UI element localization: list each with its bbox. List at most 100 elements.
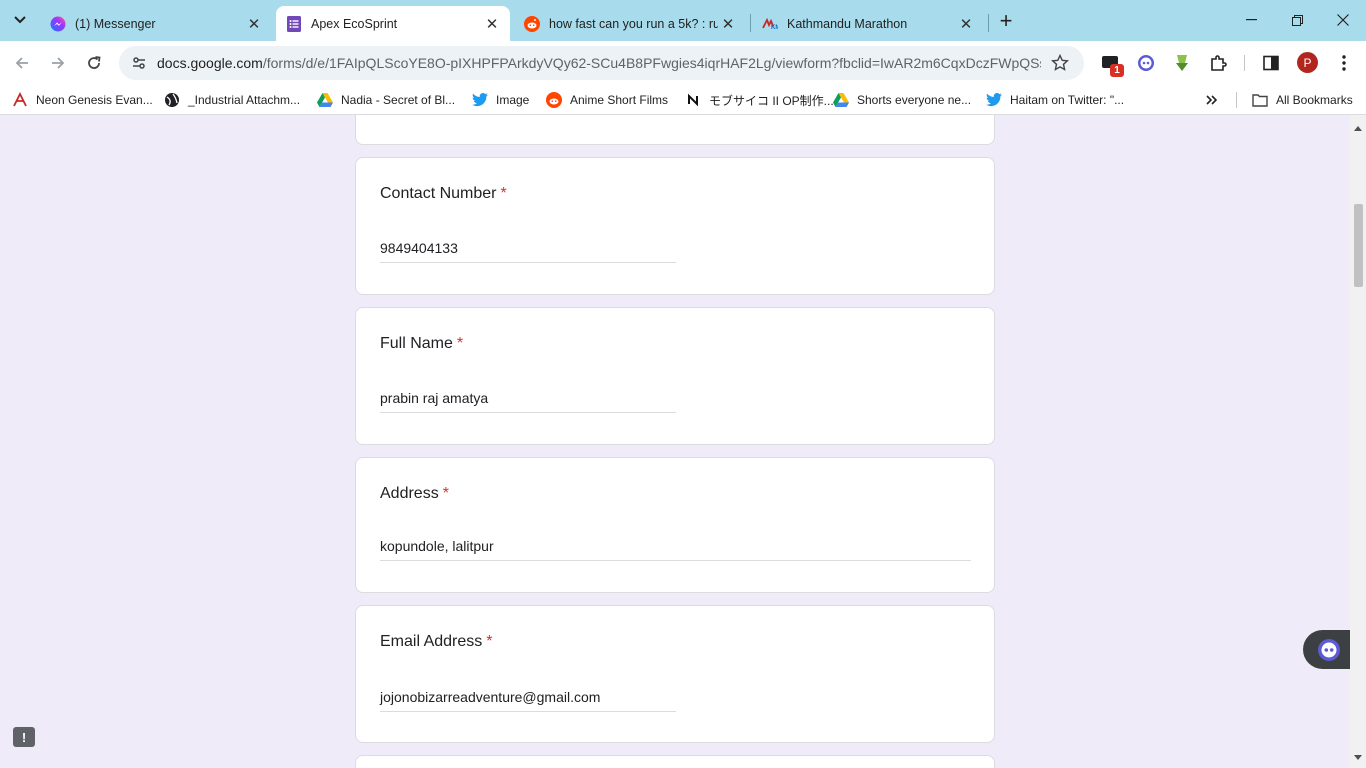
address-input[interactable]: kopundole, lalitpur — [380, 538, 971, 561]
tab-apex-ecosprint[interactable]: Apex EcoSprint ✕ — [276, 6, 510, 41]
bookmark-label: Haitam on Twitter: "... — [1010, 93, 1125, 107]
extensions-menu-button[interactable] — [1206, 51, 1230, 75]
more-bookmarks-button[interactable] — [1204, 90, 1228, 110]
tab-kathmandu-marathon[interactable]: KM Kathmandu Marathon ✕ — [752, 6, 984, 41]
bookmark-star-icon[interactable] — [1050, 53, 1070, 73]
new-tab-button[interactable]: + — [994, 8, 1018, 33]
folder-icon — [1252, 92, 1268, 108]
form-page: Contact Number * 9849404133 Full Name * pr… — [0, 115, 1350, 768]
tab-search-button[interactable] — [6, 7, 34, 33]
side-panel-button[interactable] — [1259, 51, 1283, 75]
google-drive-icon — [317, 92, 333, 108]
puzzle-icon — [1211, 55, 1227, 71]
bookmark-mob-psycho[interactable]: モブサイコ II OP制作... — [685, 90, 834, 110]
close-tab-icon[interactable]: ✕ — [956, 14, 976, 34]
more-vert-icon — [1342, 55, 1346, 71]
km-icon: KM — [762, 16, 778, 32]
robot-icon — [1318, 638, 1340, 661]
tab-separator — [750, 14, 751, 32]
reload-icon — [88, 56, 101, 69]
google-forms-icon — [286, 15, 302, 32]
bookmark-neon-genesis[interactable]: Neon Genesis Evan... — [12, 90, 153, 110]
question-title: Email Address * — [380, 633, 493, 651]
double-chevron-right-icon — [1204, 92, 1220, 108]
close-tab-icon[interactable]: ✕ — [718, 14, 738, 34]
question-title-text: Full Name — [380, 335, 453, 352]
tab-reddit-5k[interactable]: how fast can you run a 5k? : run ✕ — [514, 6, 746, 41]
eva-icon — [12, 92, 28, 108]
robot-icon — [1138, 55, 1154, 71]
question-card-email-address: Email Address * jojonobizarreadventure@gm… — [355, 605, 995, 743]
reddit-icon — [524, 15, 540, 32]
scroll-down-arrow-icon[interactable] — [1354, 755, 1362, 760]
all-bookmarks-label: All Bookmarks — [1276, 93, 1353, 107]
question-title-text: Email Address — [380, 633, 483, 650]
scroll-up-arrow-icon[interactable] — [1354, 126, 1362, 131]
close-icon — [1337, 14, 1349, 26]
page-scrollbar[interactable] — [1350, 115, 1366, 768]
address-bar[interactable]: docs.google.com/forms/d/e/1FAIpQLScoYE8O… — [119, 46, 1084, 80]
tab-title: Kathmandu Marathon — [787, 16, 908, 31]
toolbar-separator — [1244, 55, 1245, 71]
messenger-icon — [50, 16, 66, 32]
full-name-input[interactable]: prabin raj amatya — [380, 390, 676, 413]
minimize-icon — [1245, 19, 1257, 21]
floating-extension-button[interactable] — [1303, 630, 1350, 669]
download-extension-icon — [1176, 55, 1188, 71]
question-card-full-name: Full Name * prabin raj amatya — [355, 307, 995, 445]
next-question-card — [355, 755, 995, 768]
bookmark-label: Image — [496, 93, 530, 107]
bookmark-haitam[interactable]: Haitam on Twitter: "... — [986, 90, 1124, 110]
bookmark-label: _Industrial Attachm... — [188, 93, 301, 107]
question-title-text: Contact Number — [380, 185, 497, 202]
required-asterisk: * — [442, 485, 449, 502]
tab-title: how fast can you run a 5k? : run — [549, 16, 718, 31]
tab-title: Apex EcoSprint — [311, 16, 398, 31]
bookmark-industrial-attachment[interactable]: _Industrial Attachm... — [164, 90, 300, 110]
browser-toolbar: docs.google.com/forms/d/e/1FAIpQLScoYE8O… — [0, 41, 1366, 85]
forward-arrow-icon — [52, 57, 65, 69]
bookmark-label: モブサイコ II OP制作... — [709, 93, 834, 108]
reload-button[interactable] — [80, 49, 108, 77]
report-problem-button[interactable]: ! — [13, 727, 35, 747]
profile-avatar[interactable]: P — [1297, 52, 1318, 73]
reddit-icon — [546, 92, 562, 108]
question-card-contact-number: Contact Number * 9849404133 — [355, 157, 995, 295]
email-address-input[interactable]: jojonobizarreadventure@gmail.com — [380, 689, 676, 712]
site-info-icon[interactable] — [127, 51, 151, 75]
bookmark-anime-short-films[interactable]: Anime Short Films — [546, 90, 668, 110]
question-card-address: Address * kopundole, lalitpur — [355, 457, 995, 593]
twitter-icon — [472, 92, 488, 108]
contact-number-input[interactable]: 9849404133 — [380, 240, 676, 263]
bookmark-label: Neon Genesis Evan... — [36, 93, 153, 107]
tab-messenger[interactable]: (1) Messenger ✕ — [40, 6, 272, 41]
bookmark-shorts[interactable]: Shorts everyone ne... — [833, 90, 971, 110]
svg-text:KM: KM — [771, 25, 778, 30]
bookmark-image[interactable]: Image — [472, 90, 529, 110]
chevron-down-icon — [14, 16, 26, 24]
tab-strip: (1) Messenger ✕ Apex EcoSprint ✕ how fas… — [0, 0, 1366, 41]
url-host: docs.google.com — [157, 55, 263, 71]
minimize-button[interactable] — [1228, 0, 1274, 40]
required-asterisk: * — [456, 335, 464, 352]
question-title-text: Address — [380, 485, 439, 502]
forward-button[interactable] — [44, 49, 72, 77]
bookmark-nadia[interactable]: Nadia - Secret of Bl... — [317, 90, 455, 110]
close-window-button[interactable] — [1320, 0, 1366, 40]
extension-download-button[interactable] — [1170, 51, 1194, 75]
url-text[interactable]: docs.google.com/forms/d/e/1FAIpQLScoYE8O… — [157, 55, 1041, 71]
extension-robot-button[interactable] — [1134, 51, 1158, 75]
extension-badge: 1 — [1110, 64, 1124, 77]
twitter-icon — [986, 92, 1002, 108]
back-button[interactable] — [8, 49, 36, 77]
google-drive-icon — [833, 92, 849, 108]
restore-button[interactable] — [1274, 0, 1320, 40]
chrome-menu-button[interactable] — [1332, 51, 1356, 75]
tab-separator — [988, 14, 989, 32]
side-panel-icon — [1263, 55, 1279, 71]
close-tab-icon[interactable]: ✕ — [482, 14, 502, 34]
close-tab-icon[interactable]: ✕ — [244, 14, 264, 34]
scrollbar-thumb[interactable] — [1354, 204, 1363, 287]
bookmark-label: Anime Short Films — [570, 93, 669, 107]
all-bookmarks-button[interactable]: All Bookmarks — [1252, 90, 1353, 110]
